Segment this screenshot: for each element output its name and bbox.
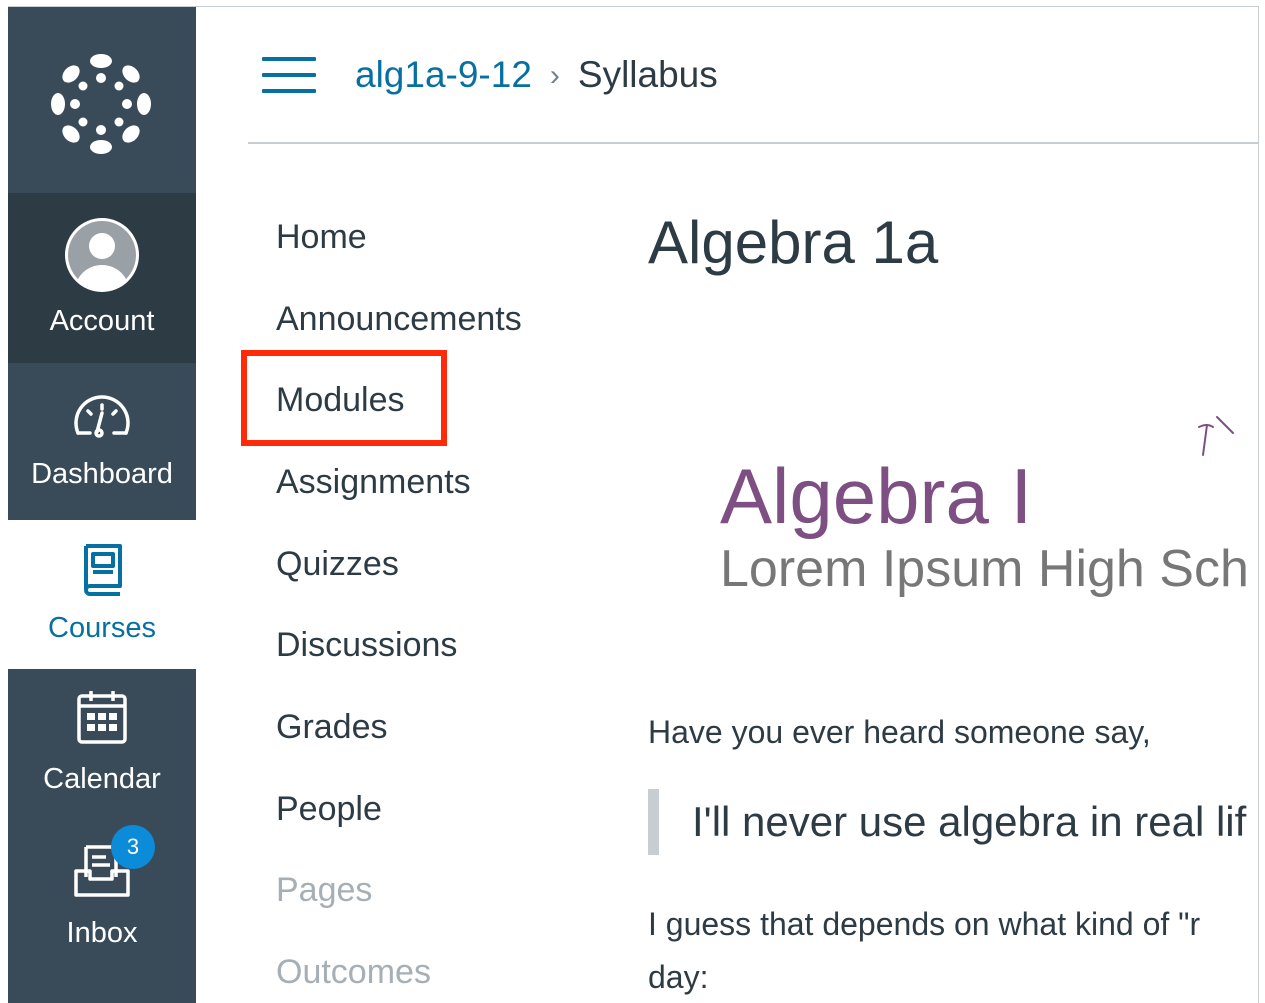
global-nav-calendar[interactable]: Calendar bbox=[8, 669, 196, 819]
breadcrumb-separator-icon: › bbox=[549, 59, 560, 92]
calendar-icon bbox=[77, 691, 127, 744]
canvas-logo[interactable] bbox=[8, 7, 196, 193]
breadcrumb: alg1a-9-12 › Syllabus bbox=[355, 51, 718, 102]
speedometer-icon bbox=[74, 395, 130, 438]
banner-decoration-icon bbox=[1198, 416, 1234, 456]
course-menu-toggle-button[interactable] bbox=[262, 57, 318, 95]
book-icon bbox=[84, 544, 122, 596]
blockquote-text: I'll never use algebra in real lif bbox=[692, 798, 1247, 845]
header-divider bbox=[248, 142, 1258, 144]
followup-text-line-1: I guess that depends on what kind of "r bbox=[648, 906, 1201, 942]
course-nav-grades[interactable]: Grades bbox=[276, 706, 388, 748]
avatar-icon bbox=[65, 218, 139, 292]
global-nav-courses[interactable]: Courses bbox=[8, 520, 196, 669]
course-nav-discussions[interactable]: Discussions bbox=[276, 624, 457, 666]
course-nav-pages[interactable]: Pages bbox=[276, 869, 372, 911]
global-nav-calendar-label: Calendar bbox=[43, 763, 161, 795]
global-nav-account-label: Account bbox=[49, 305, 155, 337]
course-nav-quizzes[interactable]: Quizzes bbox=[276, 543, 399, 585]
banner-title: Algebra I bbox=[720, 452, 1033, 540]
breadcrumb-course-link[interactable]: alg1a-9-12 bbox=[355, 54, 532, 95]
page-title: Algebra 1a bbox=[648, 209, 939, 276]
intro-text: Have you ever heard someone say, bbox=[648, 714, 1151, 750]
global-nav-dashboard[interactable]: Dashboard bbox=[8, 363, 196, 520]
global-nav-inbox-label: Inbox bbox=[66, 917, 138, 949]
blockquote-bar bbox=[648, 789, 659, 855]
canvas-window: Account Dashboard Courses Calendar 3 Inb… bbox=[8, 6, 1259, 1003]
modules-highlight-box bbox=[241, 350, 447, 446]
global-nav-account[interactable]: Account bbox=[8, 193, 196, 363]
course-nav-announcements[interactable]: Announcements bbox=[276, 298, 522, 340]
inbox-unread-badge: 3 bbox=[111, 825, 155, 869]
course-nav-people[interactable]: People bbox=[276, 788, 382, 830]
course-nav-assignments[interactable]: Assignments bbox=[276, 461, 471, 503]
global-nav-courses-label: Courses bbox=[48, 612, 156, 644]
global-nav-inbox[interactable]: 3 Inbox bbox=[8, 819, 196, 1003]
followup-text-line-2: day: bbox=[648, 959, 709, 995]
breadcrumb-current: Syllabus bbox=[577, 54, 718, 95]
course-nav-outcomes[interactable]: Outcomes bbox=[276, 951, 431, 993]
global-nav: Account Dashboard Courses Calendar 3 Inb… bbox=[8, 7, 196, 1003]
global-nav-dashboard-label: Dashboard bbox=[31, 458, 173, 490]
banner-subtitle: Lorem Ipsum High Sch bbox=[720, 540, 1249, 598]
canvas-logo-icon bbox=[51, 54, 151, 154]
course-nav-home[interactable]: Home bbox=[276, 216, 367, 258]
